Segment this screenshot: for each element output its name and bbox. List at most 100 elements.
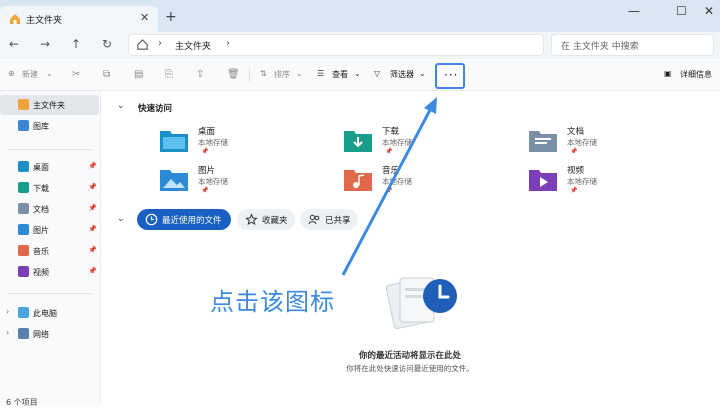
sidebar-item-music[interactable]: 音乐 📌: [0, 241, 99, 261]
new-icon: ⊕: [8, 69, 15, 78]
folder-icon: [529, 170, 557, 191]
tab-label: 已共享: [325, 216, 351, 226]
video-icon: [18, 266, 29, 277]
sort-icon: ⇅: [260, 69, 267, 78]
quick-access-title: 快速访问: [138, 104, 173, 114]
divider: [8, 149, 92, 150]
folder-music[interactable]: 音乐 本地存储 📌: [344, 163, 504, 199]
new-tab-button[interactable]: +: [165, 9, 177, 25]
tab-recent[interactable]: 最近使用的文件: [137, 209, 231, 230]
folder-documents[interactable]: 文档 本地存储 📌: [529, 124, 689, 160]
chevron-down-icon: ⌄: [419, 69, 426, 78]
chevron-down-icon: ⌄: [354, 69, 361, 78]
chevron-right-icon[interactable]: ›: [6, 328, 9, 337]
search-input[interactable]: 在 主文件夹 中搜索: [551, 34, 714, 56]
paste-icon[interactable]: ▤: [134, 69, 143, 80]
tab-label: 主文件夹: [26, 16, 63, 26]
sidebar-item-label: 音乐: [33, 247, 49, 256]
chevron-down-icon: ⌄: [296, 69, 303, 78]
chevron-right-icon: ›: [226, 38, 230, 49]
sidebar-item-desktop[interactable]: 桌面 📌: [0, 157, 99, 177]
tab-label: 最近使用的文件: [162, 216, 222, 226]
filter-icon: ▽: [374, 69, 381, 78]
folder-icon: [344, 170, 372, 191]
maximize-button[interactable]: ☐: [676, 4, 687, 18]
minimize-button[interactable]: —: [628, 4, 640, 18]
sidebar-item-this-pc[interactable]: › 此电脑: [0, 303, 99, 323]
sidebar-item-documents[interactable]: 文档 📌: [0, 199, 99, 219]
cut-icon[interactable]: ✂: [72, 69, 80, 80]
pin-icon: 📌: [88, 183, 97, 191]
up-icon[interactable]: ↑: [67, 37, 85, 53]
chevron-down-icon[interactable]: ⌄: [117, 214, 125, 224]
details-button[interactable]: 详细信息: [680, 69, 712, 80]
folder-pictures[interactable]: 图片 本地存储 📌: [160, 163, 320, 199]
pin-icon: 📌: [570, 187, 578, 194]
more-icon: ···: [444, 68, 459, 82]
chevron-down-icon[interactable]: ⌄: [117, 101, 125, 111]
sidebar-item-home[interactable]: 主文件夹: [0, 95, 99, 115]
gallery-icon: [18, 120, 29, 131]
sidebar-item-network[interactable]: › 网络: [0, 324, 99, 344]
document-icon: [18, 203, 29, 214]
sidebar-item-label: 文档: [33, 205, 49, 214]
sort-button[interactable]: 排序: [274, 69, 290, 80]
sidebar-item-label: 图片: [33, 226, 49, 235]
details-icon: ▣: [664, 69, 672, 78]
sidebar-item-label: 主文件夹: [33, 101, 65, 110]
back-icon[interactable]: ←: [5, 37, 23, 53]
pin-icon: 📌: [88, 225, 97, 233]
toolbar: ⊕ 新建 ⌄ ✂ ⧉ ▤ ⎘ ⇪ 🗑 ⇅ 排序 ⌄ ☰ 查看 ⌄ ▽ 筛选器 ⌄…: [0, 60, 720, 91]
tab-favorites[interactable]: 收藏夹: [237, 209, 295, 230]
view-icon: ☰: [317, 69, 325, 78]
folder-name: 文档: [567, 127, 585, 137]
view-button[interactable]: 查看: [332, 69, 348, 80]
address-bar[interactable]: › 主文件夹 ›: [128, 34, 544, 56]
filter-button[interactable]: 筛选器: [390, 69, 414, 80]
folder-name: 图片: [198, 166, 216, 176]
tab-home[interactable]: 主文件夹 ✕: [0, 6, 158, 32]
folder-icon: [344, 131, 372, 152]
pin-icon: 📌: [201, 187, 209, 194]
folder-name: 下载: [382, 127, 400, 137]
sidebar-item-gallery[interactable]: 图库: [0, 116, 99, 136]
delete-icon[interactable]: 🗑: [227, 69, 240, 80]
pin-icon: 📌: [201, 148, 209, 155]
chevron-right-icon[interactable]: ›: [6, 307, 9, 316]
home-icon: [18, 99, 29, 110]
sidebar-item-videos[interactable]: 视频 📌: [0, 262, 99, 282]
sidebar-item-downloads[interactable]: 下载 📌: [0, 178, 99, 198]
folder-location: 本地存储: [567, 138, 597, 147]
new-button[interactable]: 新建: [22, 69, 38, 80]
folder-videos[interactable]: 视频 本地存储 📌: [529, 163, 689, 199]
folder-location: 本地存储: [198, 138, 228, 147]
close-tab-icon[interactable]: ✕: [140, 11, 149, 24]
folder-name: 桌面: [198, 127, 216, 137]
sidebar-item-label: 此电脑: [33, 309, 57, 318]
annotation-text: 点击该图标: [210, 288, 335, 316]
close-window-button[interactable]: ✕: [704, 4, 714, 18]
folder-desktop[interactable]: 桌面 本地存储 📌: [160, 124, 320, 160]
chevron-down-icon: ⌄: [46, 69, 53, 78]
network-icon: [18, 328, 29, 339]
folder-icon: [529, 131, 557, 152]
share-icon[interactable]: ⇪: [196, 69, 204, 80]
sidebar-item-pictures[interactable]: 图片 📌: [0, 220, 99, 240]
music-icon: [18, 245, 29, 256]
tab-shared[interactable]: 已共享: [300, 209, 358, 230]
breadcrumb[interactable]: 主文件夹: [175, 39, 211, 52]
tab-label: 收藏夹: [262, 216, 288, 226]
forward-icon[interactable]: →: [36, 37, 54, 53]
folder-name: 视频: [567, 166, 585, 176]
divider: [8, 293, 92, 294]
more-options-button[interactable]: ···: [435, 63, 465, 89]
folder-downloads[interactable]: 下载 本地存储 📌: [344, 124, 504, 160]
copy-icon[interactable]: ⧉: [103, 69, 110, 80]
pin-icon: 📌: [385, 148, 393, 155]
folder-icon: [160, 131, 188, 152]
rename-icon[interactable]: ⎘: [165, 69, 173, 80]
sidebar-item-label: 视频: [33, 268, 49, 277]
pin-icon: 📌: [88, 162, 97, 170]
refresh-icon[interactable]: ↻: [98, 37, 116, 53]
pin-icon: 📌: [88, 267, 97, 275]
